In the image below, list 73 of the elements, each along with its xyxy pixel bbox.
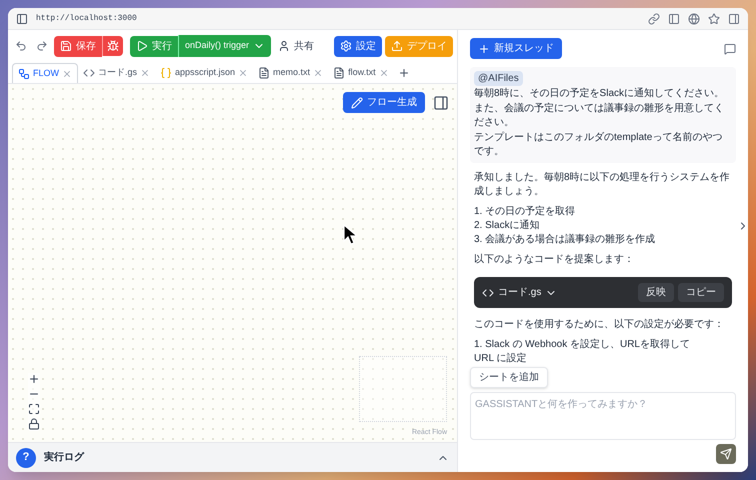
log-panel-title: 実行ログ bbox=[44, 450, 84, 465]
share-button[interactable]: 共有 bbox=[274, 36, 318, 56]
apply-button[interactable]: 反映 bbox=[638, 283, 674, 302]
braces-icon bbox=[160, 67, 172, 79]
save-icon bbox=[60, 40, 72, 52]
flow-icon bbox=[18, 68, 30, 80]
copy-button[interactable]: コピー bbox=[678, 283, 724, 302]
message-text: 以下のようなコードを提案します： bbox=[474, 253, 635, 267]
file-tab[interactable]: memo.txt bbox=[253, 63, 328, 83]
list-item: URL に設定 bbox=[474, 352, 528, 364]
message-text: 承知しました。毎朝8時に以下の処理を行うシステムを作成しましょう。 bbox=[474, 171, 731, 199]
panel-icon[interactable] bbox=[728, 12, 740, 24]
chat-input-field[interactable]: GASSISTANTと何を作ってみますか？ bbox=[470, 392, 736, 440]
panel-toggle-icon[interactable] bbox=[433, 94, 449, 110]
debug-button[interactable] bbox=[102, 36, 123, 56]
log-panel-bar[interactable]: ? 実行ログ bbox=[8, 442, 457, 472]
pencil-icon bbox=[351, 96, 363, 108]
settings-icon bbox=[340, 40, 352, 52]
add-sheet-popup[interactable]: シートを追加 bbox=[470, 367, 548, 388]
add-tab-icon[interactable] bbox=[398, 67, 410, 79]
upload-icon bbox=[391, 40, 403, 52]
file-tab[interactable]: flow.txt bbox=[328, 63, 394, 83]
file-tab[interactable]: コード.gs bbox=[78, 63, 156, 83]
tab-label: FLOW bbox=[33, 66, 59, 80]
file-icon bbox=[333, 67, 346, 79]
code-icon bbox=[482, 286, 494, 298]
message-text: このコードを使用するために、以下の設定が必要です： bbox=[474, 318, 725, 332]
tab-label: コード.gs bbox=[98, 66, 138, 80]
link-icon[interactable] bbox=[648, 12, 660, 24]
sidebar-icon[interactable] bbox=[16, 12, 28, 24]
list-item: 3. 会議がある場合は議事録の雛形を作成 bbox=[474, 233, 656, 247]
close-icon[interactable] bbox=[238, 68, 248, 78]
message-text: 毎朝8時に、その日の予定をSlackに通知してください。 bbox=[474, 87, 726, 101]
url-text[interactable]: http://localhost:3000 bbox=[36, 12, 137, 24]
message-text: テンプレートはこのフォルダのtemplateって名前のやつです。 bbox=[474, 131, 724, 159]
tab-label: flow.txt bbox=[348, 66, 376, 80]
send-icon bbox=[720, 448, 732, 460]
code-file-name: コード.gs bbox=[498, 286, 542, 300]
help-badge[interactable]: ? bbox=[16, 448, 36, 468]
list-item: 1. Slack の Webhook を設定し、URLを取得して bbox=[474, 338, 691, 352]
save-button[interactable]: 保存 bbox=[54, 36, 102, 56]
file-tag[interactable]: @AIFiles bbox=[474, 71, 523, 86]
redo-icon bbox=[36, 40, 48, 52]
code-icon bbox=[83, 67, 95, 79]
file-tab[interactable]: FLOW bbox=[12, 63, 78, 83]
play-icon bbox=[136, 40, 148, 52]
generate-flow-button[interactable]: フロー生成 bbox=[343, 92, 425, 113]
message-text: また、会議の予定については議事録の雛形を用意してください。 bbox=[474, 102, 725, 130]
send-button[interactable] bbox=[716, 444, 736, 464]
threads-icon[interactable] bbox=[724, 42, 736, 54]
globe-icon[interactable] bbox=[688, 12, 700, 24]
close-icon[interactable] bbox=[313, 68, 324, 78]
plus-icon bbox=[478, 42, 490, 54]
tab-label: appsscript.json bbox=[175, 66, 236, 80]
pointer-cursor-icon bbox=[343, 224, 359, 246]
star-icon[interactable] bbox=[708, 12, 720, 24]
bug-icon bbox=[107, 40, 119, 52]
close-icon[interactable] bbox=[140, 68, 150, 78]
lock-icon[interactable] bbox=[28, 418, 40, 430]
list-item: 2. Slackに通知 bbox=[474, 219, 541, 233]
fit-view-icon[interactable] bbox=[28, 403, 40, 415]
zoom-in-icon[interactable] bbox=[28, 373, 40, 385]
tab-label: memo.txt bbox=[273, 66, 310, 80]
settings-button[interactable]: 設定 bbox=[334, 36, 382, 56]
new-thread-button[interactable]: 新規スレッド bbox=[470, 38, 562, 59]
panel-icon[interactable] bbox=[668, 12, 680, 24]
list-item: 1. その日の予定を取得 bbox=[474, 205, 576, 219]
close-icon[interactable] bbox=[62, 68, 72, 78]
file-icon bbox=[258, 67, 270, 79]
file-tab[interactable]: appsscript.json bbox=[155, 63, 254, 83]
close-icon[interactable] bbox=[378, 68, 389, 78]
undo-icon bbox=[15, 40, 27, 52]
user-icon bbox=[278, 40, 290, 52]
